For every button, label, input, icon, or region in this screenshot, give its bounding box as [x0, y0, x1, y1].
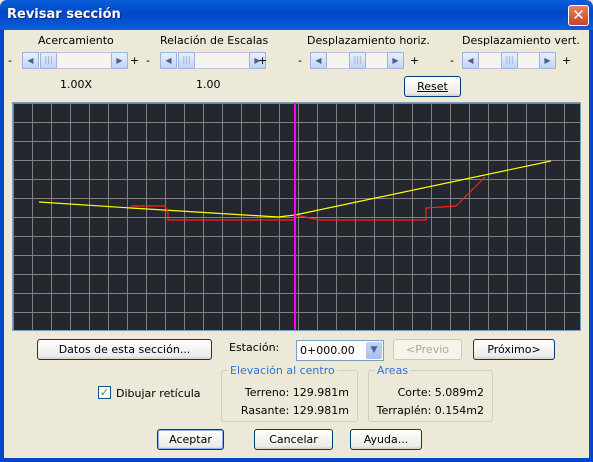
draw-grid-label[interactable]: Dibujar retícula: [116, 387, 201, 400]
close-icon: ✕: [572, 6, 585, 24]
scroll-right-button[interactable]: ▶: [111, 52, 128, 69]
section-data-label: Datos de esta sección...: [58, 343, 191, 356]
hshift-scrollbar[interactable]: ◀ ||| ▶: [310, 52, 404, 69]
scroll-thumb[interactable]: |||: [178, 52, 195, 69]
hshift-control: - ◀ ||| ▶ +: [298, 52, 422, 69]
scroll-left-button[interactable]: ◀: [160, 52, 177, 69]
section-drawing: [13, 103, 580, 330]
zoom-value: 1.00X: [60, 78, 93, 91]
previous-button[interactable]: <Previo: [393, 339, 462, 360]
grip-icon: |||: [505, 55, 514, 64]
scroll-left-button[interactable]: ◀: [462, 52, 479, 69]
window-title: Revisar sección: [7, 7, 121, 22]
window-frame-left: [0, 30, 4, 462]
design-elevation: Rasante: 129.981m: [240, 404, 349, 417]
grip-icon: |||: [44, 55, 53, 64]
plus-label: +: [130, 54, 140, 67]
scroll-right-button[interactable]: ▶: [539, 52, 556, 69]
scroll-left-button[interactable]: ◀: [310, 52, 327, 69]
plus-label: +: [562, 54, 572, 67]
cut-area: Corte: 5.089m2: [397, 386, 484, 399]
chevron-left-icon: ◀: [165, 56, 172, 65]
reset-button-label: Reset: [417, 80, 448, 93]
scale-scrollbar[interactable]: ◀ ||| ▶: [160, 52, 266, 69]
center-elevation-title: Elevación al centro: [228, 364, 337, 377]
areas-title: Areas: [375, 364, 411, 377]
scale-value: 1.00: [196, 78, 221, 91]
minus-label: -: [8, 54, 12, 67]
cancel-button[interactable]: Cancelar: [254, 429, 333, 450]
chevron-left-icon: ◀: [467, 56, 474, 65]
section-view[interactable]: [12, 102, 581, 331]
scroll-thumb[interactable]: |||: [349, 52, 366, 69]
chevron-left-icon: ◀: [315, 56, 322, 65]
terrain-elevation: Terreno: 129.981m: [244, 386, 349, 399]
minus-label: -: [146, 54, 150, 67]
cancel-button-label: Cancelar: [269, 433, 318, 446]
vshift-scrollbar[interactable]: ◀ ||| ▶: [462, 52, 556, 69]
scale-label: Relación de Escalas: [160, 34, 269, 47]
chevron-right-icon: ▶: [116, 56, 123, 65]
grid: [13, 103, 580, 330]
plus-label: +: [258, 54, 268, 67]
hshift-label: Desplazamiento horiz.: [307, 34, 430, 47]
station-combobox[interactable]: 0+000.00 ▼: [296, 340, 384, 361]
minus-label: -: [450, 54, 454, 67]
reset-button[interactable]: Reset: [404, 76, 461, 97]
section-data-button[interactable]: Datos de esta sección...: [37, 339, 212, 360]
chevron-down-icon: ▼: [370, 345, 378, 355]
vshift-control: - ◀ ||| ▶ +: [450, 52, 574, 69]
chevron-left-icon: ◀: [27, 56, 34, 65]
chevron-right-icon: ▶: [544, 56, 551, 65]
chevron-right-icon: ▶: [392, 56, 399, 65]
window-frame-bottom: [0, 458, 593, 462]
plus-label: +: [410, 54, 420, 67]
grip-icon: |||: [182, 55, 191, 64]
fill-area: Terraplén: 0.154m2: [376, 404, 484, 417]
scroll-right-button[interactable]: ▶: [387, 52, 404, 69]
title-bar: Revisar sección ✕: [0, 0, 593, 30]
minus-label: -: [298, 54, 302, 67]
scroll-left-button[interactable]: ◀: [22, 52, 39, 69]
center-elevation-group: Elevación al centro Terreno: 129.981m Ra…: [221, 364, 358, 422]
window-frame-right: [589, 30, 593, 462]
zoom-label: Acercamiento: [38, 34, 114, 47]
accept-button-label: Aceptar: [169, 433, 212, 446]
draw-grid-checkbox[interactable]: ✓: [98, 386, 111, 399]
previous-button-label: <Previo: [405, 343, 449, 356]
station-label: Estación:: [229, 341, 280, 354]
grip-icon: |||: [353, 55, 362, 64]
scale-control: - ◀ ||| ▶ +: [146, 52, 270, 69]
scroll-thumb[interactable]: |||: [40, 52, 57, 69]
zoom-scrollbar[interactable]: ◀ ||| ▶: [22, 52, 128, 69]
close-button[interactable]: ✕: [568, 5, 589, 26]
next-button-label: Próximo>: [487, 343, 541, 356]
help-button[interactable]: Ayuda...: [350, 429, 422, 450]
help-button-label: Ayuda...: [363, 433, 409, 446]
scroll-thumb[interactable]: |||: [501, 52, 518, 69]
zoom-control: - ◀ ||| ▶ +: [8, 52, 139, 69]
station-dropdown-button[interactable]: ▼: [366, 342, 382, 359]
areas-group: Areas Corte: 5.089m2 Terraplén: 0.154m2: [368, 364, 493, 422]
station-value: 0+000.00: [300, 344, 355, 357]
accept-button[interactable]: Aceptar: [157, 429, 224, 450]
checkmark-icon: ✓: [99, 386, 110, 399]
next-button[interactable]: Próximo>: [473, 339, 555, 360]
vshift-label: Desplazamiento vert.: [462, 34, 580, 47]
